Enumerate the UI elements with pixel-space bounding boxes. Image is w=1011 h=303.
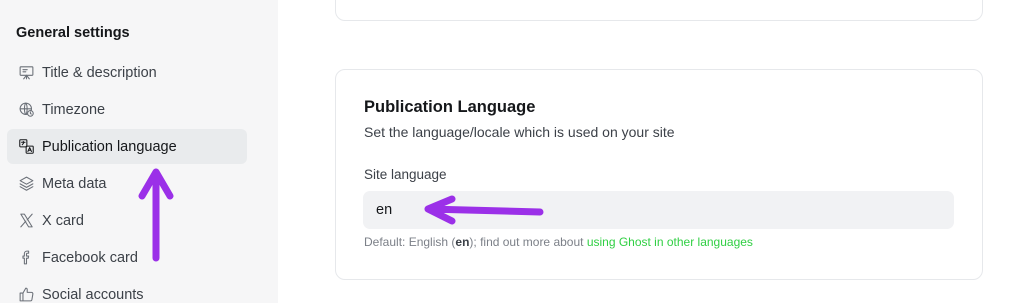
sidebar-item-timezone[interactable]: Timezone [7,92,247,127]
sidebar-item-facebook-card[interactable]: Facebook card [7,240,247,275]
sidebar-item-label: Meta data [42,175,107,192]
sidebar-item-label: Title & description [42,64,157,81]
sidebar-section-title: General settings [16,25,130,41]
layers-icon [17,175,35,193]
previous-settings-card [335,0,983,21]
card-title: Publication Language [364,98,536,116]
hint-prefix: Default: English ( [364,235,456,249]
sidebar-nav: Title & description Timezone Publication… [7,55,247,303]
easel-icon [17,64,35,82]
thumbs-up-icon [17,286,35,303]
card-description: Set the language/locale which is used on… [364,124,675,140]
sidebar-item-label: X card [42,212,84,229]
sidebar-item-title-description[interactable]: Title & description [7,55,247,90]
globe-clock-icon [17,101,35,119]
sidebar-item-label: Facebook card [42,249,138,266]
hint-middle: ); find out more about [469,235,587,249]
ghost-languages-link[interactable]: using Ghost in other languages [587,235,753,249]
site-language-input[interactable] [363,191,954,229]
sidebar-item-publication-language[interactable]: Publication language [7,129,247,164]
sidebar-item-social-accounts[interactable]: Social accounts [7,277,247,303]
translate-icon [17,138,35,156]
hint-code: en [455,235,470,249]
settings-sidebar: General settings Title & description Tim… [0,0,278,303]
sidebar-item-label: Social accounts [42,286,144,303]
sidebar-item-x-card[interactable]: X card [7,203,247,238]
x-logo-icon [17,212,35,230]
sidebar-item-meta-data[interactable]: Meta data [7,166,247,201]
site-language-hint: Default: English (en); find out more abo… [364,235,753,249]
facebook-icon [17,249,35,267]
publication-language-card: Publication Language Set the language/lo… [335,69,983,280]
site-language-label: Site language [364,167,447,182]
sidebar-item-label: Publication language [42,138,177,155]
sidebar-item-label: Timezone [42,101,106,118]
